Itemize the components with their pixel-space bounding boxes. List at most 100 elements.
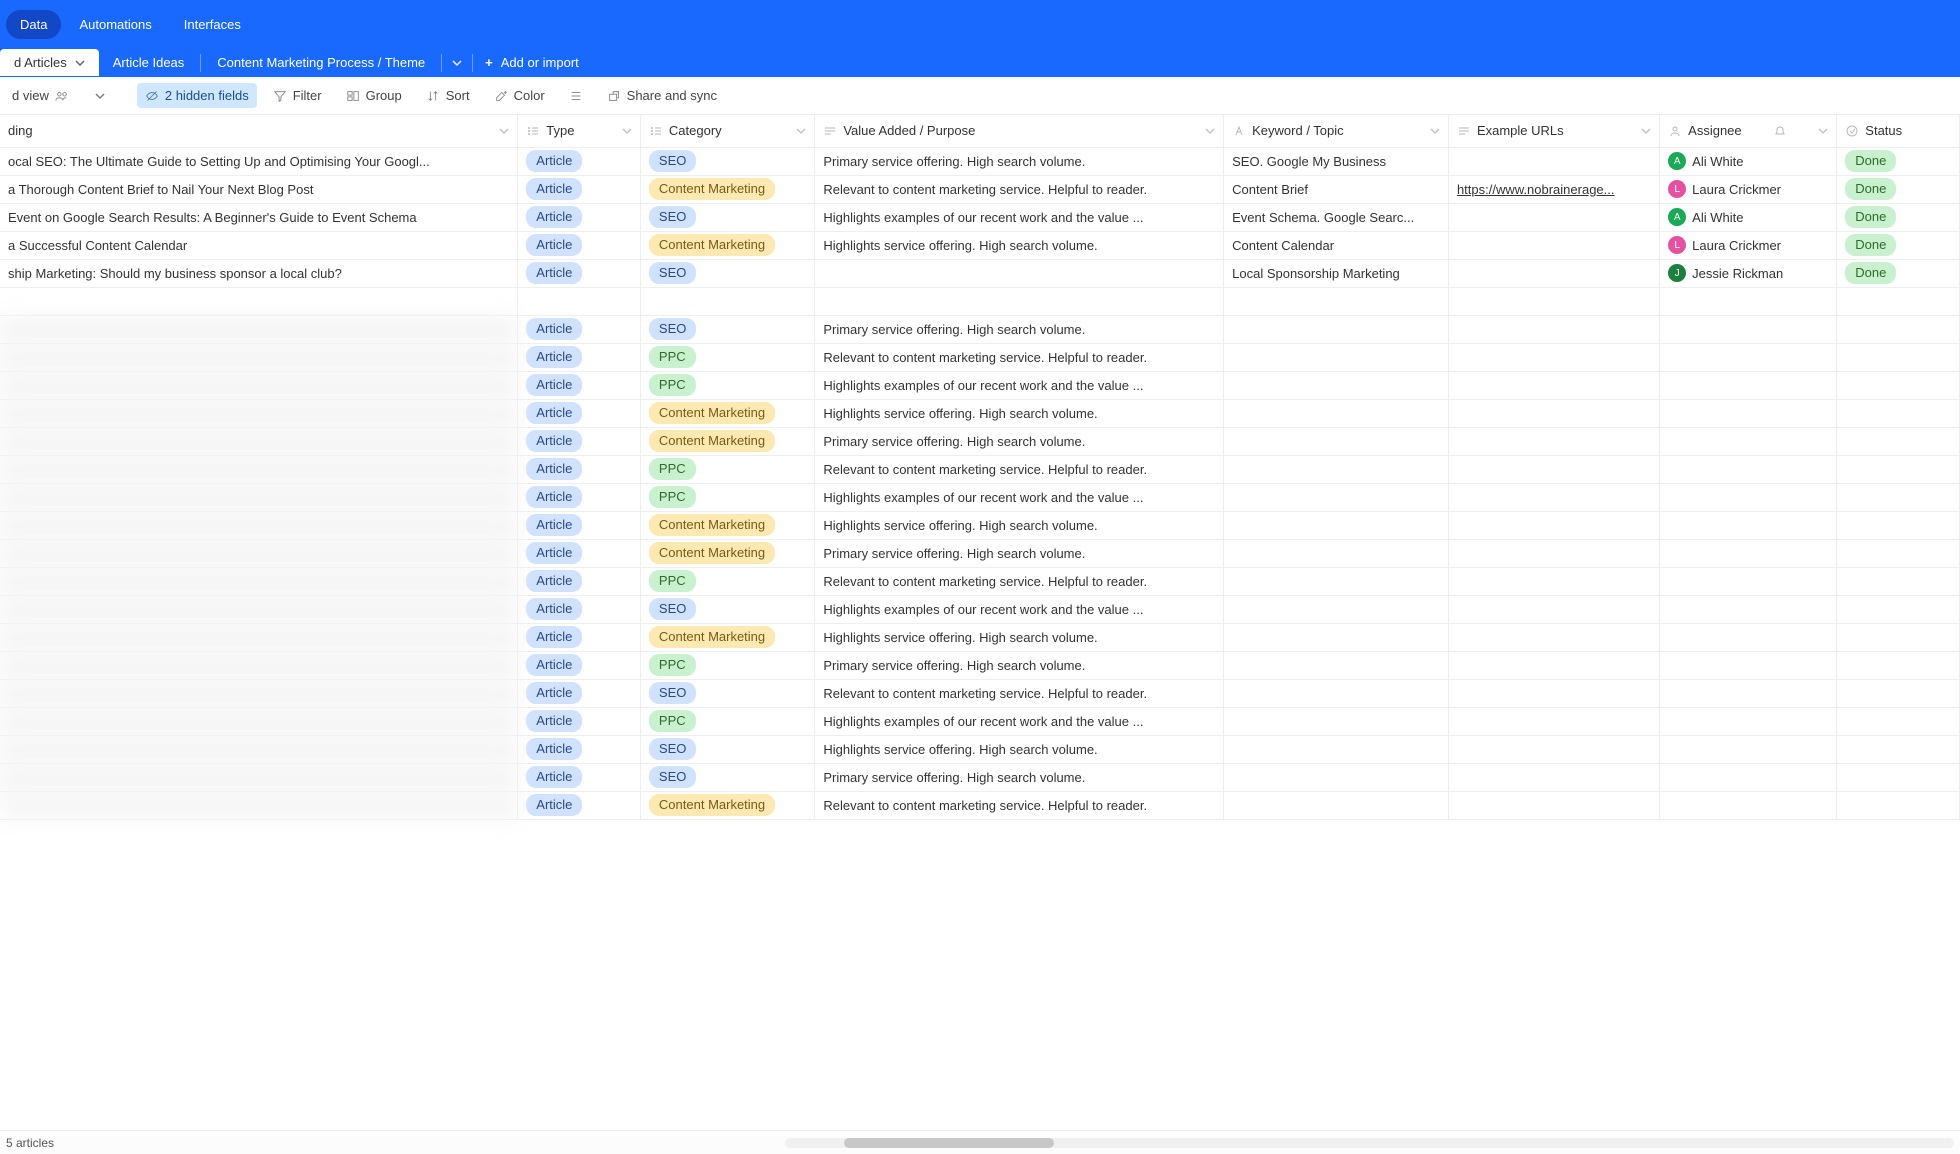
cell-url[interactable] [1448, 427, 1659, 455]
tab-dropdown[interactable] [444, 52, 470, 74]
cell-value[interactable]: Highlights examples of our recent work a… [815, 483, 1224, 511]
table-row[interactable]: ██████████████████████████████ArticlePPC… [0, 455, 1960, 483]
cell-heading[interactable]: a Thorough Content Brief to Nail Your Ne… [0, 175, 518, 203]
cell-heading[interactable]: ██████████████████████████████ [0, 399, 518, 427]
cell-assignee[interactable] [1660, 427, 1837, 455]
cell-category[interactable]: SEO [640, 679, 814, 707]
cell-category[interactable]: PPC [640, 707, 814, 735]
topnav-automations[interactable]: Automations [65, 10, 165, 39]
cell-assignee[interactable] [1660, 567, 1837, 595]
cell-assignee[interactable] [1660, 371, 1837, 399]
table-row[interactable]: ██████████████████████████████ArticleCon… [0, 511, 1960, 539]
cell-value[interactable] [815, 259, 1224, 287]
cell-type[interactable]: Article [518, 371, 641, 399]
cell-assignee[interactable] [1660, 539, 1837, 567]
cell-heading[interactable]: ██████████████████████████████ [0, 455, 518, 483]
cell-heading[interactable]: ██████████████████████████████ [0, 343, 518, 371]
cell-category[interactable]: SEO [640, 203, 814, 231]
cell-category[interactable]: Content Marketing [640, 231, 814, 259]
cell-category[interactable]: Content Marketing [640, 511, 814, 539]
cell-value[interactable]: Highlights examples of our recent work a… [815, 203, 1224, 231]
chevron-down-icon[interactable] [1205, 126, 1215, 136]
table-row[interactable]: ██████████████████████████████ArticleCon… [0, 399, 1960, 427]
cell-assignee[interactable]: AAli White [1660, 203, 1837, 231]
cell-value[interactable]: Primary service offering. High search vo… [815, 539, 1224, 567]
cell-url[interactable] [1448, 707, 1659, 735]
cell-url[interactable] [1448, 791, 1659, 819]
cell-url[interactable] [1448, 371, 1659, 399]
cell-type[interactable]: Article [518, 623, 641, 651]
table-row[interactable]: Event on Google Search Results: A Beginn… [0, 203, 1960, 231]
table-row[interactable]: ship Marketing: Should my business spons… [0, 259, 1960, 287]
cell-category[interactable]: SEO [640, 147, 814, 175]
cell-type[interactable]: Article [518, 763, 641, 791]
cell-heading[interactable]: ██████████████████████████████ [0, 483, 518, 511]
cell-assignee[interactable]: AAli White [1660, 147, 1837, 175]
cell-value[interactable]: Relevant to content marketing service. H… [815, 679, 1224, 707]
cell-status[interactable] [1837, 763, 1960, 791]
cell-keyword[interactable] [1224, 511, 1449, 539]
col-assignee[interactable]: Assignee [1660, 115, 1837, 147]
cell-type[interactable]: Article [518, 399, 641, 427]
add-or-import-button[interactable]: + Add or import [475, 55, 589, 70]
table-row[interactable]: ██████████████████████████████ArticleSEO… [0, 595, 1960, 623]
cell-value[interactable]: Primary service offering. High search vo… [815, 651, 1224, 679]
cell-heading[interactable]: ██████████████████████████████ [0, 539, 518, 567]
cell-assignee[interactable] [1660, 735, 1837, 763]
cell-keyword[interactable] [1224, 343, 1449, 371]
tab-article-ideas[interactable]: Article Ideas [99, 49, 199, 76]
topnav-interfaces[interactable]: Interfaces [170, 10, 255, 39]
cell-category[interactable]: SEO [640, 735, 814, 763]
cell-heading[interactable]: ██████████████████████████████ [0, 651, 518, 679]
cell-value[interactable]: Highlights examples of our recent work a… [815, 707, 1224, 735]
cell-keyword[interactable] [1224, 427, 1449, 455]
cell-heading[interactable]: ship Marketing: Should my business spons… [0, 259, 518, 287]
chevron-down-icon[interactable] [622, 126, 632, 136]
cell-assignee[interactable] [1660, 483, 1837, 511]
cell-heading[interactable]: ██████████████████████████████ [0, 595, 518, 623]
cell-status[interactable]: Done [1837, 231, 1960, 259]
cell-value[interactable]: Primary service offering. High search vo… [815, 147, 1224, 175]
cell-type[interactable]: Article [518, 791, 641, 819]
chevron-down-icon[interactable] [1818, 126, 1828, 136]
tab-content-marketing[interactable]: Content Marketing Process / Theme [203, 49, 439, 76]
cell-url[interactable] [1448, 763, 1659, 791]
cell-value[interactable]: Highlights service offering. High search… [815, 399, 1224, 427]
cell-assignee[interactable] [1660, 343, 1837, 371]
view-menu-button[interactable] [85, 84, 115, 108]
cell-category[interactable]: Content Marketing [640, 175, 814, 203]
col-keyword[interactable]: Keyword / Topic [1224, 115, 1449, 147]
cell-type[interactable]: Article [518, 707, 641, 735]
chevron-down-icon[interactable] [499, 126, 509, 136]
scrollbar-thumb[interactable] [844, 1138, 1054, 1148]
topnav-data[interactable]: Data [6, 10, 61, 39]
cell-url[interactable] [1448, 511, 1659, 539]
table-row[interactable]: ██████████████████████████████ArticleSEO… [0, 315, 1960, 343]
cell-assignee[interactable] [1660, 763, 1837, 791]
table-row[interactable]: ██████████████████████████████ArticleSEO… [0, 735, 1960, 763]
cell-status[interactable] [1837, 539, 1960, 567]
table-row[interactable]: a Thorough Content Brief to Nail Your Ne… [0, 175, 1960, 203]
cell-keyword[interactable] [1224, 623, 1449, 651]
cell-assignee[interactable] [1660, 623, 1837, 651]
cell-heading[interactable]: ██████████████████████████████ [0, 371, 518, 399]
cell-url[interactable] [1448, 539, 1659, 567]
cell-url[interactable] [1448, 623, 1659, 651]
cell-keyword[interactable] [1224, 539, 1449, 567]
cell-category[interactable]: SEO [640, 595, 814, 623]
cell-keyword[interactable] [1224, 707, 1449, 735]
cell-type[interactable]: Article [518, 679, 641, 707]
chevron-down-icon[interactable] [75, 58, 85, 68]
table-row[interactable]: ██████████████████████████████ArticleCon… [0, 427, 1960, 455]
chevron-down-icon[interactable] [796, 126, 806, 136]
col-heading[interactable]: ding [0, 115, 518, 147]
cell-status[interactable] [1837, 427, 1960, 455]
cell-url[interactable] [1448, 735, 1659, 763]
table-row[interactable]: ██████████████████████████████ArticleCon… [0, 623, 1960, 651]
table-row[interactable]: ██████████████████████████████ArticlePPC… [0, 483, 1960, 511]
cell-assignee[interactable] [1660, 679, 1837, 707]
cell-keyword[interactable]: Local Sponsorship Marketing [1224, 259, 1449, 287]
table-row[interactable]: ██████████████████████████████ArticlePPC… [0, 371, 1960, 399]
col-status[interactable]: Status [1837, 115, 1960, 147]
table-row[interactable]: ocal SEO: The Ultimate Guide to Setting … [0, 147, 1960, 175]
